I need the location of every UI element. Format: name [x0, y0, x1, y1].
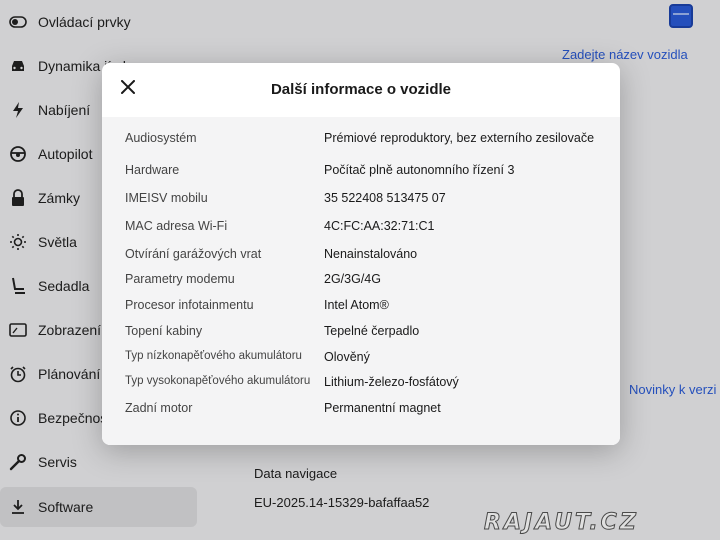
info-key: Typ nízkonapěťového akumulátoru [125, 350, 302, 362]
info-value: Prémiové reproduktory, bez externího zes… [324, 131, 595, 145]
info-row: Typ nízkonapěťového akumulátoru Olověný [102, 350, 620, 372]
info-key: Typ vysokonapěťového akumulátoru [125, 375, 311, 387]
info-key: Procesor infotainmentu [125, 298, 254, 312]
info-value: Olověný [324, 350, 370, 364]
dialog-body: Audiosystém Prémiové reproduktory, bez e… [102, 117, 620, 445]
info-row: Audiosystém Prémiové reproduktory, bez e… [102, 131, 620, 153]
info-key: IMEISV mobilu [125, 191, 208, 205]
info-row: Procesor infotainmentu Intel Atom® [102, 298, 620, 320]
info-key: MAC adresa Wi-Fi [125, 219, 228, 233]
info-row: Topení kabiny Tepelné čerpadlo [102, 324, 620, 346]
info-value: Lithium-železo-fosfátový [324, 375, 459, 389]
info-key: Hardware [125, 163, 180, 177]
info-row: Typ vysokonapěťového akumulátoru Lithium… [102, 375, 620, 397]
info-value: 4C:FC:AA:32:71:C1 [324, 219, 435, 233]
info-value: 2G/3G/4G [324, 272, 381, 286]
info-key: Otvírání garážových vrat [125, 247, 262, 261]
dialog-header: Další informace o vozidle [102, 63, 620, 117]
info-value: Tepelné čerpadlo [324, 324, 420, 338]
info-value: Počítač plně autonomního řízení 3 [324, 163, 515, 177]
info-key: Parametry modemu [125, 272, 235, 286]
info-key: Zadní motor [125, 401, 193, 415]
info-row: Hardware Počítač plně autonomního řízení… [102, 163, 620, 185]
info-value: Intel Atom® [324, 298, 389, 312]
dialog-title: Další informace o vozidle [270, 81, 452, 98]
info-value: 35 522408 513475 07 [324, 191, 446, 205]
info-row: Parametry modemu 2G/3G/4G [102, 272, 620, 294]
vehicle-info-dialog: Další informace o vozidle Audiosystém Pr… [102, 63, 620, 445]
info-value: Nenainstalováno [324, 247, 418, 261]
info-row: Otvírání garážových vrat Nenainstalováno [102, 247, 620, 269]
info-key: Topení kabiny [125, 324, 203, 338]
info-key: Audiosystém [125, 131, 197, 145]
info-row: IMEISV mobilu 35 522408 513475 07 [102, 191, 620, 213]
info-value: Permanentní magnet [324, 401, 441, 415]
info-row: Zadní motor Permanentní magnet [102, 401, 620, 423]
info-row: MAC adresa Wi-Fi 4C:FC:AA:32:71:C1 [102, 219, 620, 241]
